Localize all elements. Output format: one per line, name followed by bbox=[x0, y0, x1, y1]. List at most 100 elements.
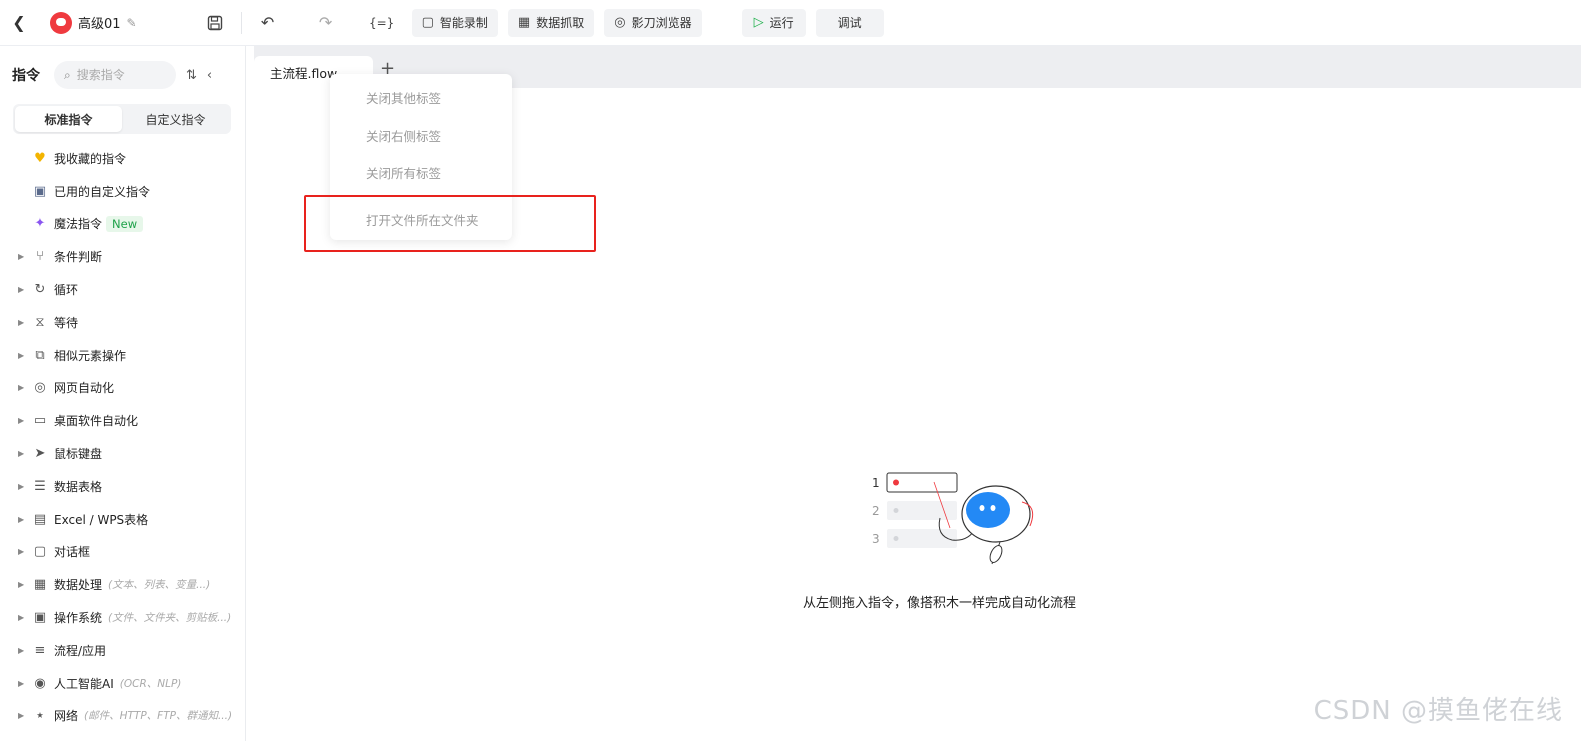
search-input[interactable] bbox=[76, 68, 167, 82]
shadow-browser-button[interactable]: ◎ 影刀浏览器 bbox=[604, 8, 702, 37]
save-icon bbox=[207, 15, 222, 30]
step-number-3: 3 bbox=[872, 532, 880, 546]
sidebar-item[interactable]: ▶ ◎ 网页自动化 bbox=[0, 372, 245, 405]
sidebar-item-label: 魔法指令 bbox=[54, 217, 103, 232]
caret-right-icon[interactable]: ▶ bbox=[18, 646, 30, 655]
branch-icon: ⑂ bbox=[36, 249, 44, 265]
network-icon: ⭑ bbox=[36, 708, 44, 724]
back-button[interactable]: ❮ bbox=[0, 0, 38, 46]
redo-button[interactable]: ↷ bbox=[310, 7, 342, 39]
caret-right-icon[interactable]: ▶ bbox=[18, 547, 30, 556]
menu-item-close-all[interactable]: 关闭所有标签 bbox=[366, 163, 441, 182]
sidebar-item[interactable]: ▶ ▢ 对话框 bbox=[0, 536, 245, 569]
excel-icon: ▤ bbox=[33, 511, 47, 527]
sidebar-item[interactable]: ▶ ◉ 人工智能AI (OCR、NLP) bbox=[0, 667, 245, 700]
toolbar-divider bbox=[240, 11, 242, 34]
save-button[interactable] bbox=[199, 7, 231, 39]
sidebar-item[interactable]: ▶ ☰ 数据表格 bbox=[0, 470, 245, 503]
copy-icon: ⧉ bbox=[35, 347, 45, 363]
sidebar-item[interactable]: ▶ ⧖ 等待 bbox=[0, 306, 245, 339]
menu-item-close-others[interactable]: 关闭其他标签 bbox=[366, 88, 441, 107]
caret-right-icon[interactable]: ▶ bbox=[18, 580, 30, 589]
debug-label: 调试 bbox=[837, 16, 862, 30]
sidebar-item-label: 等待 bbox=[54, 315, 79, 330]
sidebar-item-label: 相似元素操作 bbox=[54, 348, 127, 363]
shadow-browser-label: 影刀浏览器 bbox=[631, 16, 692, 30]
empty-state-illustration: 1 2 3 bbox=[872, 472, 1034, 565]
sidebar-item[interactable]: ♥ 我收藏的指令 bbox=[0, 142, 245, 175]
video-icon: ▢ bbox=[421, 15, 434, 30]
caret-right-icon[interactable]: ▶ bbox=[18, 351, 30, 360]
menu-item-close-right[interactable]: 关闭右侧标签 bbox=[366, 126, 441, 145]
empty-state-text: 从左侧拖入指令，像搭积木一样完成自动化流程 bbox=[803, 596, 1077, 611]
caret-right-icon[interactable]: ▶ bbox=[18, 285, 30, 294]
tab-custom-instructions[interactable]: 自定义指令 bbox=[122, 106, 229, 132]
smart-record-button[interactable]: ▢ 智能录制 bbox=[411, 8, 498, 37]
caret-right-icon[interactable]: ▶ bbox=[18, 482, 30, 491]
sidebar-item[interactable]: ▶ ▣ 操作系统 (文件、文件夹、剪贴板...) bbox=[0, 601, 245, 634]
sidebar-item-label: 已用的自定义指令 bbox=[54, 184, 151, 199]
sidebar-item-label: 鼠标键盘 bbox=[54, 447, 103, 462]
sidebar-item[interactable]: ▶ ▦ 数据处理 (文本、列表、变量...) bbox=[0, 568, 245, 601]
sidebar-item[interactable]: ▶ ⧉ 相似元素操作 bbox=[0, 339, 245, 372]
edit-name-icon[interactable]: ✎ bbox=[127, 16, 137, 30]
sidebar-title: 指令 bbox=[12, 68, 40, 84]
play-icon: ▷ bbox=[753, 15, 764, 30]
chevron-left-icon: ❮ bbox=[12, 13, 26, 32]
sidebar-item[interactable]: ▣ 已用的自定义指令 bbox=[0, 175, 245, 208]
undo-icon: ↶ bbox=[260, 13, 275, 32]
caret-right-icon[interactable]: ▶ bbox=[18, 416, 30, 425]
variables-button[interactable]: {=} bbox=[366, 7, 398, 39]
heart-icon: ♥ bbox=[34, 150, 46, 166]
run-button[interactable]: ▷ 运行 bbox=[741, 8, 806, 37]
debug-button[interactable]: 调试 bbox=[815, 8, 884, 37]
document-icon: ☰ bbox=[34, 478, 46, 494]
sidebar-item[interactable]: ▶ ↻ 循环 bbox=[0, 273, 245, 306]
browser-icon: ◎ bbox=[34, 380, 46, 396]
sidebar-item[interactable]: ▶ ⑂ 条件判断 bbox=[0, 240, 245, 273]
sidebar-item[interactable]: ▶ ≡ 流程/应用 bbox=[0, 634, 245, 667]
ai-icon: ◉ bbox=[34, 675, 46, 691]
collapse-sidebar-icon[interactable]: ‹ bbox=[207, 68, 212, 83]
sidebar-item-label: 网页自动化 bbox=[54, 381, 115, 396]
caret-right-icon[interactable]: ▶ bbox=[18, 252, 30, 261]
sidebar-item-label: 流程/应用 bbox=[54, 643, 107, 658]
instruction-sidebar: 指令 ⌕ ⇅ ‹ 标准指令 自定义指令 ♥ 我收藏的指令 ▣ 已用的自定义指令 ✦ 魔法指… bbox=[0, 46, 246, 741]
sidebar-item[interactable]: ✦ 魔法指令 New bbox=[0, 208, 245, 241]
sidebar-item-hint: (邮件、HTTP、FTP、群通知...) bbox=[84, 710, 233, 723]
sidebar-item[interactable]: ▶ ⭑ 网络 (邮件、HTTP、FTP、群通知...) bbox=[0, 700, 245, 733]
data-capture-label: 数据抓取 bbox=[536, 16, 585, 30]
sidebar-item-hint: (文件、文件夹、剪贴板...) bbox=[108, 612, 232, 625]
table-icon: ▦ bbox=[517, 15, 531, 30]
sidebar-item[interactable]: ▶ ▤ Excel / WPS表格 bbox=[0, 503, 245, 536]
caret-right-icon[interactable]: ▶ bbox=[18, 449, 30, 458]
caret-right-icon[interactable]: ▶ bbox=[18, 711, 30, 720]
cursor-icon: ➤ bbox=[34, 446, 46, 462]
watermark: CSDN @摸鱼佬在线 bbox=[1313, 696, 1563, 726]
dialog-icon: ▢ bbox=[33, 544, 47, 560]
caret-right-icon[interactable]: ▶ bbox=[18, 318, 30, 327]
caret-right-icon[interactable]: ▶ bbox=[18, 515, 30, 524]
undo-button[interactable]: ↶ bbox=[252, 7, 284, 39]
loop-icon: ↻ bbox=[34, 282, 46, 298]
sidebar-item-label: 我收藏的指令 bbox=[54, 151, 127, 166]
caret-right-icon[interactable]: ▶ bbox=[18, 383, 30, 392]
sidebar-item[interactable]: ▶ ➤ 鼠标键盘 bbox=[0, 437, 245, 470]
caret-right-icon[interactable]: ▶ bbox=[18, 679, 30, 688]
redo-icon: ↷ bbox=[318, 13, 333, 32]
tab-standard-instructions[interactable]: 标准指令 bbox=[15, 106, 122, 132]
search-box[interactable]: ⌕ bbox=[54, 61, 176, 89]
system-icon: ▣ bbox=[33, 610, 47, 626]
data-capture-button[interactable]: ▦ 数据抓取 bbox=[507, 8, 595, 37]
sidebar-item-label: 数据表格 bbox=[54, 479, 103, 494]
sidebar-item[interactable]: ▶ ▭ 桌面软件自动化 bbox=[0, 404, 245, 437]
sidebar-item-label: 桌面软件自动化 bbox=[54, 414, 139, 429]
new-badge: New bbox=[106, 215, 144, 232]
sort-icon[interactable]: ⇅ bbox=[186, 68, 197, 83]
variable-icon: {=} bbox=[368, 15, 395, 30]
sidebar-item-label: 条件判断 bbox=[54, 250, 103, 265]
caret-right-icon[interactable]: ▶ bbox=[18, 613, 30, 622]
sidebar-item-hint: (文本、列表、变量...) bbox=[108, 579, 211, 592]
sidebar-item-label: 操作系统 bbox=[54, 611, 103, 626]
sidebar-item-label: 数据处理 bbox=[54, 578, 103, 593]
